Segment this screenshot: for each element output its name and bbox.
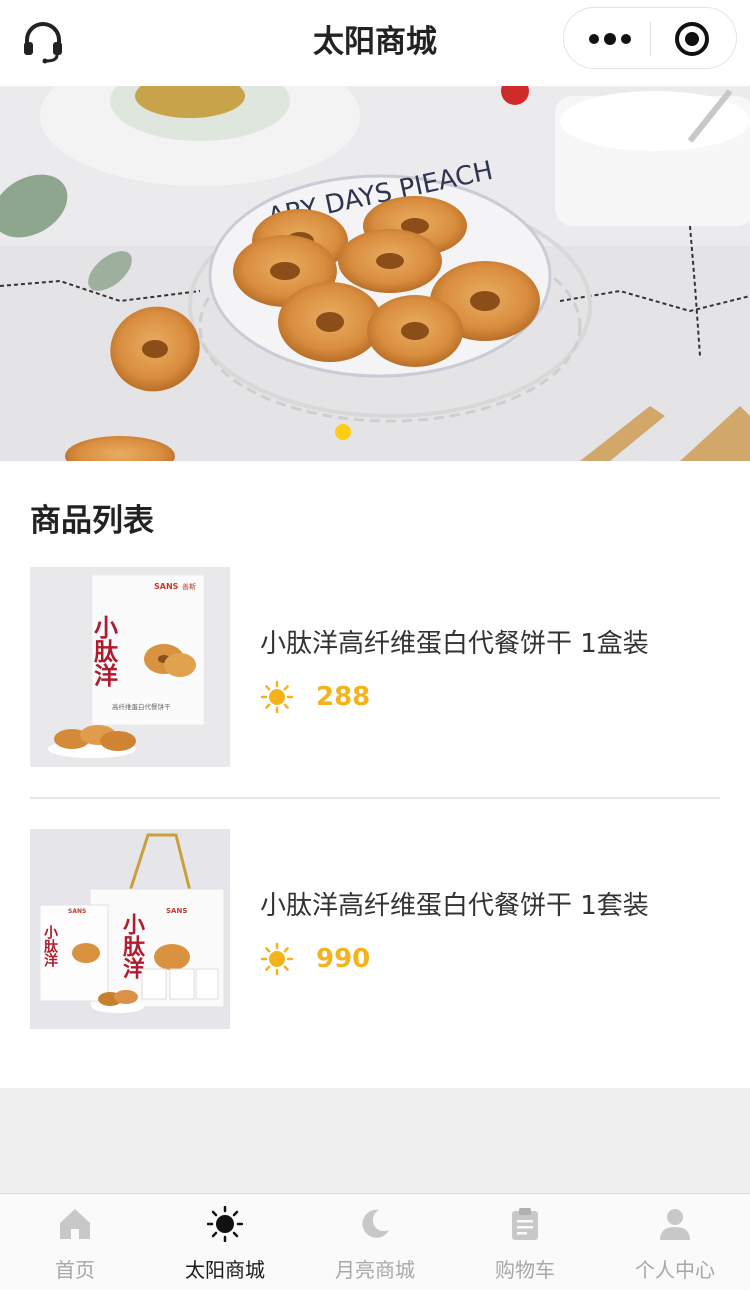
tab-cart[interactable]: 购物车 [450,1194,600,1290]
section-title: 商品列表 [30,503,154,539]
product-price: 990 [316,944,371,974]
home-icon [57,1206,93,1242]
moon-icon [357,1206,393,1242]
package-title-text: 小肽洋 [42,925,58,968]
tab-label: 首页 [55,1258,95,1282]
product-image: SANS 小肽洋 小肽洋 SANS [30,829,230,1029]
more-dots-icon[interactable] [588,29,632,49]
package-title-text-large: 小肽洋 [119,913,145,979]
tab-label: 个人中心 [635,1258,715,1282]
tab-sun-mall[interactable]: 太阳商城 [150,1194,300,1290]
banner-carousel[interactable]: ARY DAYS PIEACH [0,86,750,461]
product-image: SANS 善斯 小肽洋 高纤维蛋白代餐饼干 [30,567,230,767]
tab-moon-mall[interactable]: 月亮商城 [300,1194,450,1290]
product-divider [30,797,720,799]
product-item[interactable]: SANS 小肽洋 小肽洋 SANS 小肽洋高纤维蛋白代餐饼干 1套装 990 [30,829,720,1029]
package-subtitle-text: 高纤维蛋白代餐饼干 [112,702,171,711]
product-price: 288 [316,682,371,712]
tab-bar: 首页 太阳商城 月亮商城 购物车 个人中心 [0,1193,750,1290]
banner-image: ARY DAYS PIEACH [0,86,750,461]
sun-icon [260,680,294,714]
product-name: 小肽洋高纤维蛋白代餐饼干 1套装 [260,891,649,921]
mini-program-capsule [563,7,737,69]
product-list-section: 商品列表 SANS 善斯 小肽洋 高纤维蛋白代餐饼干 小肽洋高纤维蛋白代餐饼干 … [0,461,750,1088]
package-title-text: 小肽洋 [90,615,119,687]
tab-label: 月亮商城 [335,1258,415,1282]
target-icon[interactable] [674,21,710,57]
capsule-divider [650,22,651,56]
tab-label: 购物车 [495,1258,555,1282]
brand-cn-text: 善斯 [182,582,196,591]
tab-home[interactable]: 首页 [0,1194,150,1290]
product-name: 小肽洋高纤维蛋白代餐饼干 1盒装 [260,629,649,659]
product-item[interactable]: SANS 善斯 小肽洋 高纤维蛋白代餐饼干 小肽洋高纤维蛋白代餐饼干 1盒装 2… [30,567,720,767]
person-icon [657,1206,693,1242]
tab-profile[interactable]: 个人中心 [600,1194,750,1290]
navigation-bar: 太阳商城 [0,0,750,86]
sun-icon [206,1205,244,1243]
brand-text: SANS [154,582,179,591]
carousel-indicator-dot[interactable] [335,424,351,440]
tab-label: 太阳商城 [185,1258,265,1282]
brand-text-large: SANS [166,907,187,915]
clipboard-icon [507,1206,543,1242]
brand-text: SANS [68,908,86,915]
sun-icon [260,942,294,976]
